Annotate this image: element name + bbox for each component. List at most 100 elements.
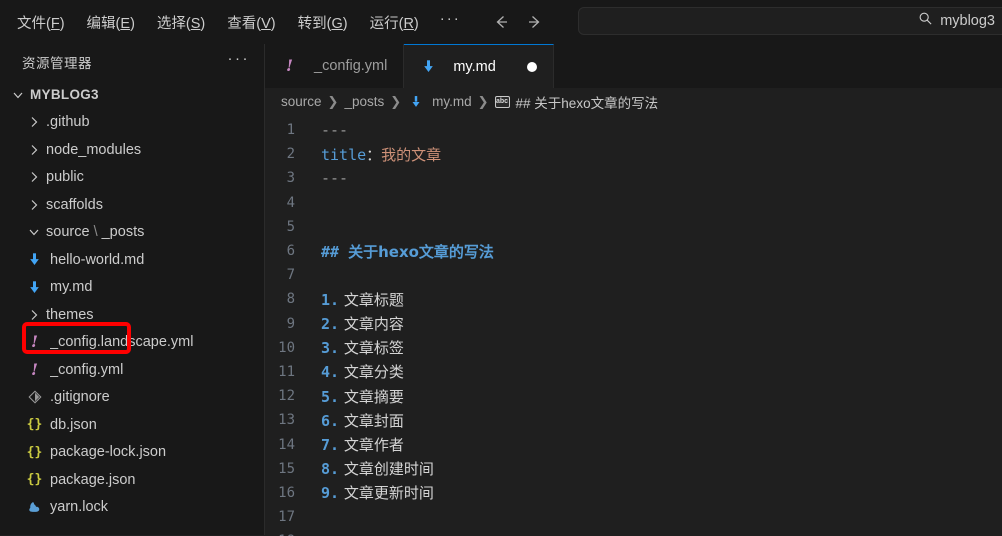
code-line: 4 [265, 191, 1002, 215]
tree-item-label: db.json [50, 416, 97, 433]
title-bar: 文件(F) 编辑(E) 选择(S) 查看(V) 转到(G) 运行(R) ··· myblo… [0, 0, 1002, 44]
line-number: 17 [278, 509, 295, 526]
tree-item-label: package.json [50, 471, 136, 488]
code-token: 9. [321, 484, 340, 503]
menu-run[interactable]: 运行(R) [360, 8, 429, 37]
code-line: 13 6. 文章封面 [265, 408, 1002, 432]
line-number: 5 [286, 218, 295, 235]
editor-tab--config-yml[interactable]: ! _config.yml [265, 44, 405, 88]
tree-root-label: MYBLOG3 [30, 87, 99, 103]
tree-item--config.landscape.yml[interactable]: ! _config.landscape.yml [0, 329, 264, 357]
line-number: 7 [286, 267, 295, 284]
arrow-right-icon[interactable] [525, 12, 545, 32]
tree-root-myblog3[interactable]: MYBLOG3 [0, 81, 264, 109]
breadcrumb-item-posts[interactable]: _posts [344, 94, 384, 109]
code-token: 文章标题 [339, 290, 404, 309]
explorer-sidebar: 资源管理器 ··· MYBLOG3 .github node_modules pub… [0, 44, 265, 535]
tree-item-.gitignore[interactable]: .gitignore [0, 384, 264, 412]
editor-tab-label: _config.yml [314, 58, 388, 74]
menu-selection[interactable]: 选择(S) [147, 8, 215, 37]
tree-item-.github[interactable]: .github [0, 109, 264, 137]
menu-view[interactable]: 查看(V) [217, 8, 285, 37]
code-token: 文章更新时间 [339, 484, 434, 503]
tree-item-label: package-lock.json [50, 444, 167, 461]
tree-item-my.md[interactable]: my.md [0, 274, 264, 302]
tree-item-label: my.md [50, 279, 93, 296]
tab-bar-empty-space [553, 44, 1002, 88]
tree-item-label: .gitignore [50, 389, 110, 406]
menu-edit[interactable]: 编辑(E) [77, 8, 145, 37]
code-line: 5 [265, 215, 1002, 239]
tree-item-hello-world.md[interactable]: hello-world.md [0, 246, 264, 274]
line-number: 9 [286, 315, 295, 332]
file-tree: MYBLOG3 .github node_modules public scaffol… [0, 79, 264, 521]
editor-area: ! _config.yml my.md source ❯ _posts ❯ my.m… [265, 44, 1002, 536]
code-line: 2 title：我的文章 [265, 142, 1002, 166]
code-line-text: title：我的文章 [321, 144, 1002, 165]
code-line-text: --- [321, 169, 1002, 187]
editor-tab-bar: ! _config.yml my.md [265, 44, 1002, 88]
menu-file[interactable]: 文件(F) [7, 8, 75, 37]
line-number: 14 [278, 436, 295, 453]
tree-item-yarn.lock[interactable]: yarn.lock [0, 494, 264, 522]
code-line-text: 9. 文章更新时间 [321, 482, 1002, 503]
tree-item-source-posts[interactable]: source \ _posts [0, 219, 264, 247]
line-number: 8 [286, 291, 295, 308]
editor-tab-label: my.md [453, 58, 496, 75]
code-token: 文章内容 [339, 315, 404, 334]
unsaved-indicator-dot[interactable] [526, 61, 537, 72]
tree-item-public[interactable]: public [0, 164, 264, 192]
command-center-search[interactable]: myblog3 [578, 7, 1002, 35]
code-line: 9 2. 文章内容 [265, 312, 1002, 336]
code-line: 17 [265, 505, 1002, 529]
code-token: title [321, 145, 367, 164]
chevron-right-icon [26, 169, 42, 185]
code-line-text: 2. 文章内容 [321, 313, 1002, 334]
menu-overflow-button[interactable]: ··· [430, 11, 471, 33]
tree-item-package.json[interactable]: {} package.json [0, 466, 264, 494]
tree-item-scaffolds[interactable]: scaffolds [0, 191, 264, 219]
menu-go[interactable]: 转到(G) [288, 8, 358, 37]
markdown-icon [26, 251, 43, 268]
tree-item-db.json[interactable]: {} db.json [0, 411, 264, 439]
code-token: 我的文章 [381, 145, 442, 164]
code-token: 5. [321, 387, 340, 406]
code-token: 文章摘要 [339, 387, 404, 406]
explorer-more-actions-button[interactable]: ··· [228, 51, 251, 69]
yarn-icon [26, 499, 43, 516]
json-icon: {} [26, 417, 43, 433]
chevron-right-icon [26, 142, 42, 158]
code-line: 8 1. 文章标题 [265, 287, 1002, 311]
search-icon [918, 11, 933, 31]
explorer-header: 资源管理器 ··· [0, 44, 264, 79]
tree-item--config.yml[interactable]: ! _config.yml [0, 356, 264, 384]
markdown-icon [26, 279, 43, 296]
code-token: 文章标签 [339, 339, 404, 358]
code-token: 4. [321, 363, 340, 382]
tree-item-node-modules[interactable]: node_modules [0, 136, 264, 164]
code-token: 6. [321, 411, 340, 430]
arrow-left-icon[interactable] [491, 12, 511, 32]
json-icon: {} [26, 472, 43, 488]
code-token: 2. [321, 315, 340, 334]
code-line-text: --- [321, 121, 1002, 139]
navigation-buttons [491, 12, 545, 32]
yaml-icon: ! [30, 359, 39, 379]
code-editor[interactable]: 1 --- 2 title：我的文章 3 --- 4 5 6 ## 关于hexo文章的写法 7 8 1.… [265, 118, 1002, 536]
yaml-icon: ! [285, 56, 294, 75]
code-token: --- [321, 169, 349, 188]
code-token: 3. [321, 339, 340, 358]
breadcrumb-item-source[interactable]: source [281, 94, 322, 109]
code-token: 文章创建时间 [339, 460, 434, 479]
chevron-right-icon: ❯ [390, 93, 402, 109]
code-token: 1. [321, 290, 340, 309]
chevron-down-icon [10, 87, 26, 103]
code-token: 7. [321, 436, 340, 455]
code-line: 16 9. 文章更新时间 [265, 481, 1002, 505]
code-line-text: ## 关于hexo文章的写法 [321, 241, 1002, 262]
tree-item-themes[interactable]: themes [0, 301, 264, 329]
tree-item-package-lock.json[interactable]: {} package-lock.json [0, 439, 264, 467]
breadcrumb-item-file[interactable]: my.md [432, 94, 472, 109]
breadcrumb-item-symbol[interactable]: ## 关于hexo文章的写法 [516, 92, 659, 112]
editor-tab-my-md[interactable]: my.md [404, 44, 554, 88]
